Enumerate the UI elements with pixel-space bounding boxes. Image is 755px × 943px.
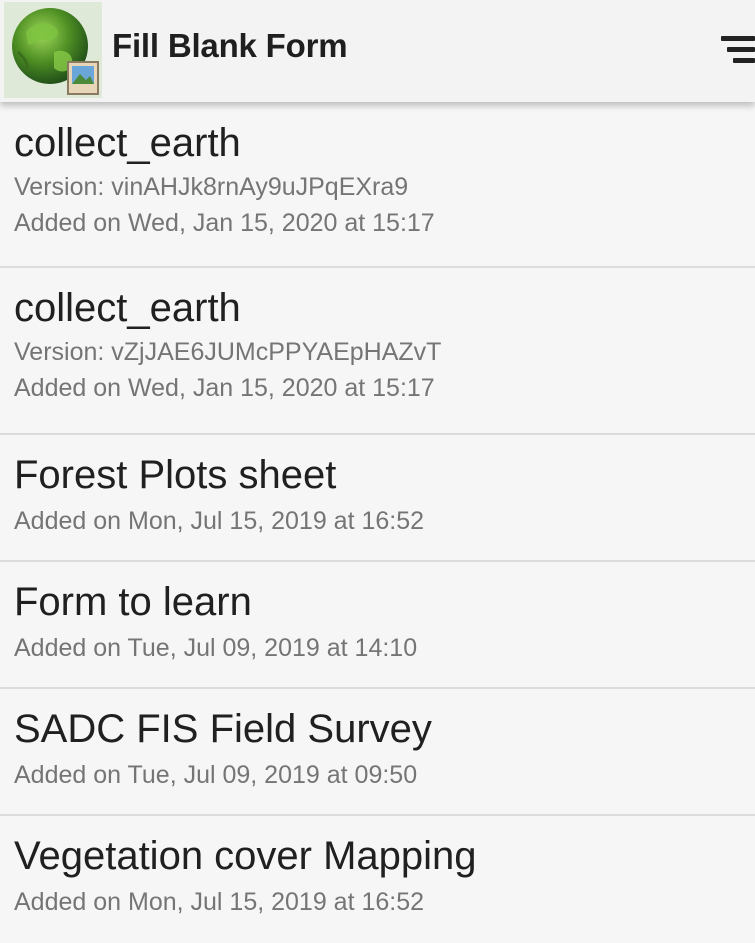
- list-item[interactable]: SADC FIS Field Survey Added on Tue, Jul …: [0, 689, 755, 816]
- earth-globe-icon[interactable]: [4, 2, 102, 98]
- form-name: SADC FIS Field Survey: [14, 707, 432, 751]
- list-item[interactable]: Form to learn Added on Tue, Jul 09, 2019…: [0, 562, 755, 689]
- sort-button[interactable]: [707, 26, 755, 76]
- form-version: Version: vZjJAE6JUMcPPYAEpHAZvT: [14, 338, 442, 366]
- form-name: Vegetation cover Mapping: [14, 834, 477, 878]
- form-version: Version: vinAHJk8rnAy9uJPqEXra9: [14, 173, 409, 201]
- form-name: Form to learn: [14, 580, 252, 624]
- list-item[interactable]: collect_earth Version: vZjJAE6JUMcPPYAEp…: [0, 268, 755, 435]
- list-item[interactable]: collect_earth Version: vinAHJk8rnAy9uJPq…: [0, 102, 755, 268]
- list-item[interactable]: Vegetation cover Mapping Added on Mon, J…: [0, 816, 755, 943]
- app-bar: Fill Blank Form: [0, 0, 755, 102]
- form-name: collect_earth: [14, 121, 241, 165]
- form-date: Added on Mon, Jul 15, 2019 at 16:52: [14, 507, 425, 535]
- form-list: collect_earth Version: vinAHJk8rnAy9uJPq…: [0, 102, 755, 943]
- form-name: Forest Plots sheet: [14, 453, 337, 497]
- form-name: collect_earth: [14, 286, 241, 330]
- list-item[interactable]: Forest Plots sheet Added on Mon, Jul 15,…: [0, 435, 755, 562]
- page-title: Fill Blank Form: [112, 27, 348, 64]
- form-date: Added on Wed, Jan 15, 2020 at 15:17: [14, 209, 435, 237]
- form-date: Added on Mon, Jul 15, 2019 at 16:52: [14, 888, 425, 916]
- form-date: Added on Tue, Jul 09, 2019 at 14:10: [14, 634, 418, 662]
- form-date: Added on Wed, Jan 15, 2020 at 15:17: [14, 374, 435, 402]
- form-date: Added on Tue, Jul 09, 2019 at 09:50: [14, 761, 418, 789]
